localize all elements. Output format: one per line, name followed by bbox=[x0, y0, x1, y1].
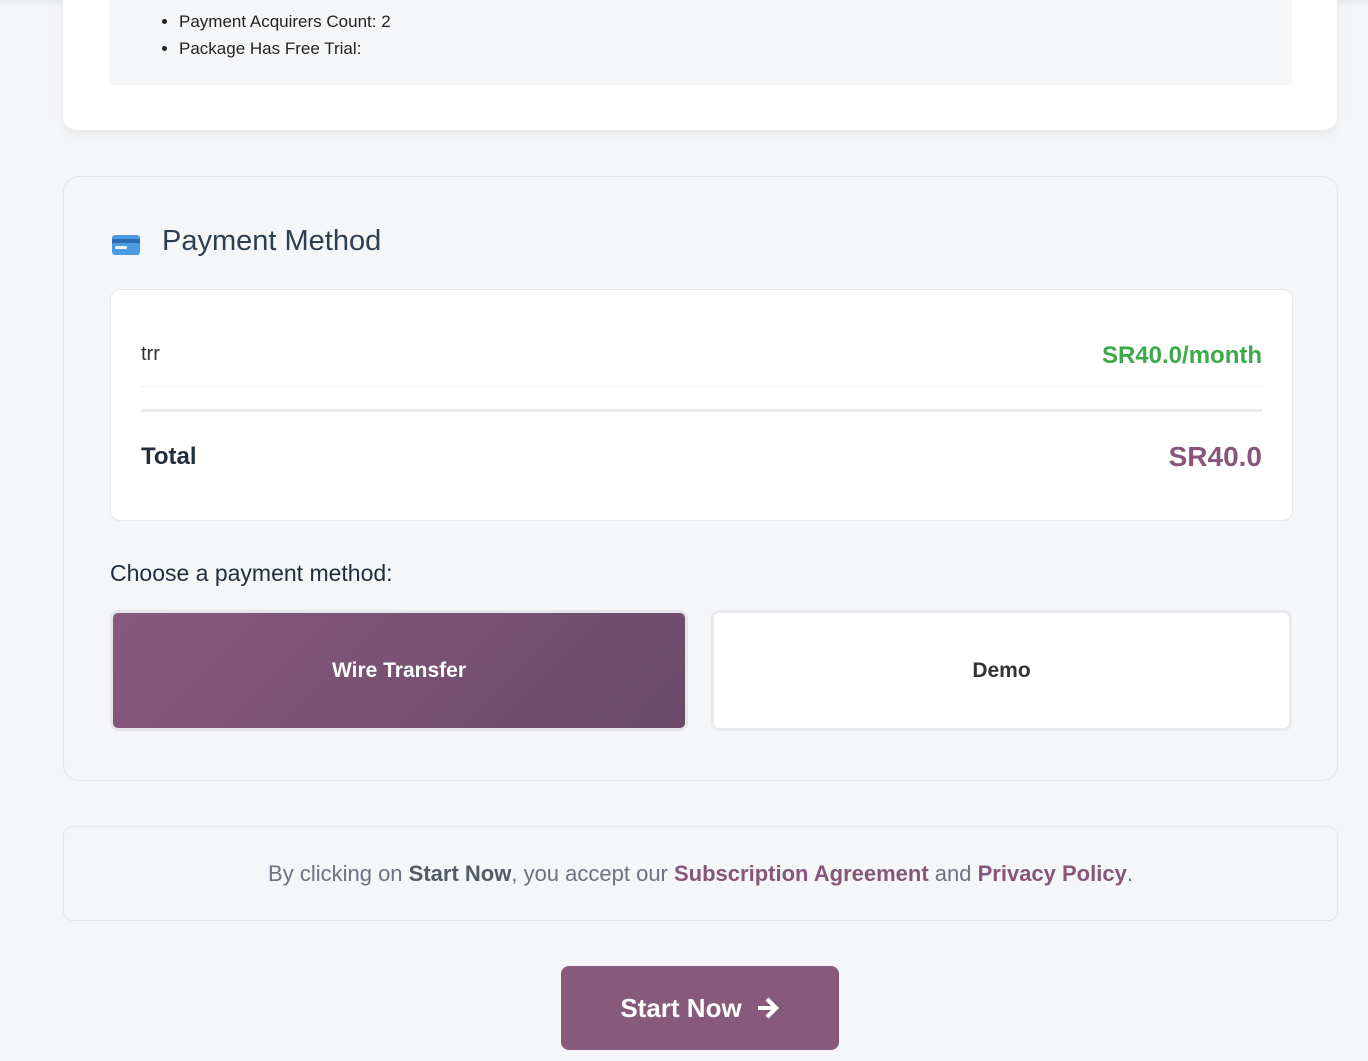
terms-suffix: . bbox=[1126, 860, 1133, 886]
terms-start-now: Start Now bbox=[408, 860, 512, 886]
start-now-button[interactable]: Start Now bbox=[561, 966, 839, 1050]
arrow-right-icon bbox=[757, 997, 779, 1019]
terms-and: and bbox=[928, 860, 978, 886]
payment-method-card: Payment Method trr SR40.0/month Total SR… bbox=[63, 176, 1338, 781]
line-item-price: SR40.0/month bbox=[1101, 342, 1262, 369]
total-label: Total bbox=[141, 443, 197, 470]
feature-item: Package Has Free Trial: bbox=[179, 37, 391, 64]
demo-option[interactable]: Demo bbox=[711, 610, 1292, 731]
wire-transfer-option[interactable]: Wire Transfer bbox=[110, 610, 688, 731]
feature-item: Payment Acquirers Count: 2 bbox=[179, 10, 391, 37]
start-now-label: Start Now bbox=[620, 992, 742, 1023]
features-list: Payment Acquirers Count: 2 Package Has F… bbox=[179, 10, 391, 64]
payment-method-header: Payment Method bbox=[112, 225, 381, 258]
features-box: Payment Acquirers Count: 2 Package Has F… bbox=[109, 0, 1292, 85]
package-features-card: Payment Acquirers Count: 2 Package Has F… bbox=[63, 0, 1337, 130]
total-value: SR40.0 bbox=[1168, 441, 1262, 472]
section-title: Payment Method bbox=[162, 225, 382, 257]
line-item-name: trr bbox=[141, 343, 160, 365]
subscription-agreement-link[interactable]: Subscription Agreement bbox=[674, 861, 929, 887]
line-item-row: trr SR40.0/month bbox=[141, 290, 1262, 387]
credit-card-icon bbox=[112, 234, 140, 255]
terms-prefix: By clicking on bbox=[268, 860, 409, 886]
choose-method-label: Choose a payment method: bbox=[110, 560, 393, 586]
terms-notice: By clicking on Start Now, you accept our… bbox=[63, 826, 1338, 921]
total-divider bbox=[141, 409, 1262, 412]
privacy-policy-link[interactable]: Privacy Policy bbox=[978, 861, 1127, 887]
order-summary: trr SR40.0/month Total SR40.0 bbox=[110, 289, 1293, 521]
terms-middle: , you accept our bbox=[511, 860, 674, 886]
